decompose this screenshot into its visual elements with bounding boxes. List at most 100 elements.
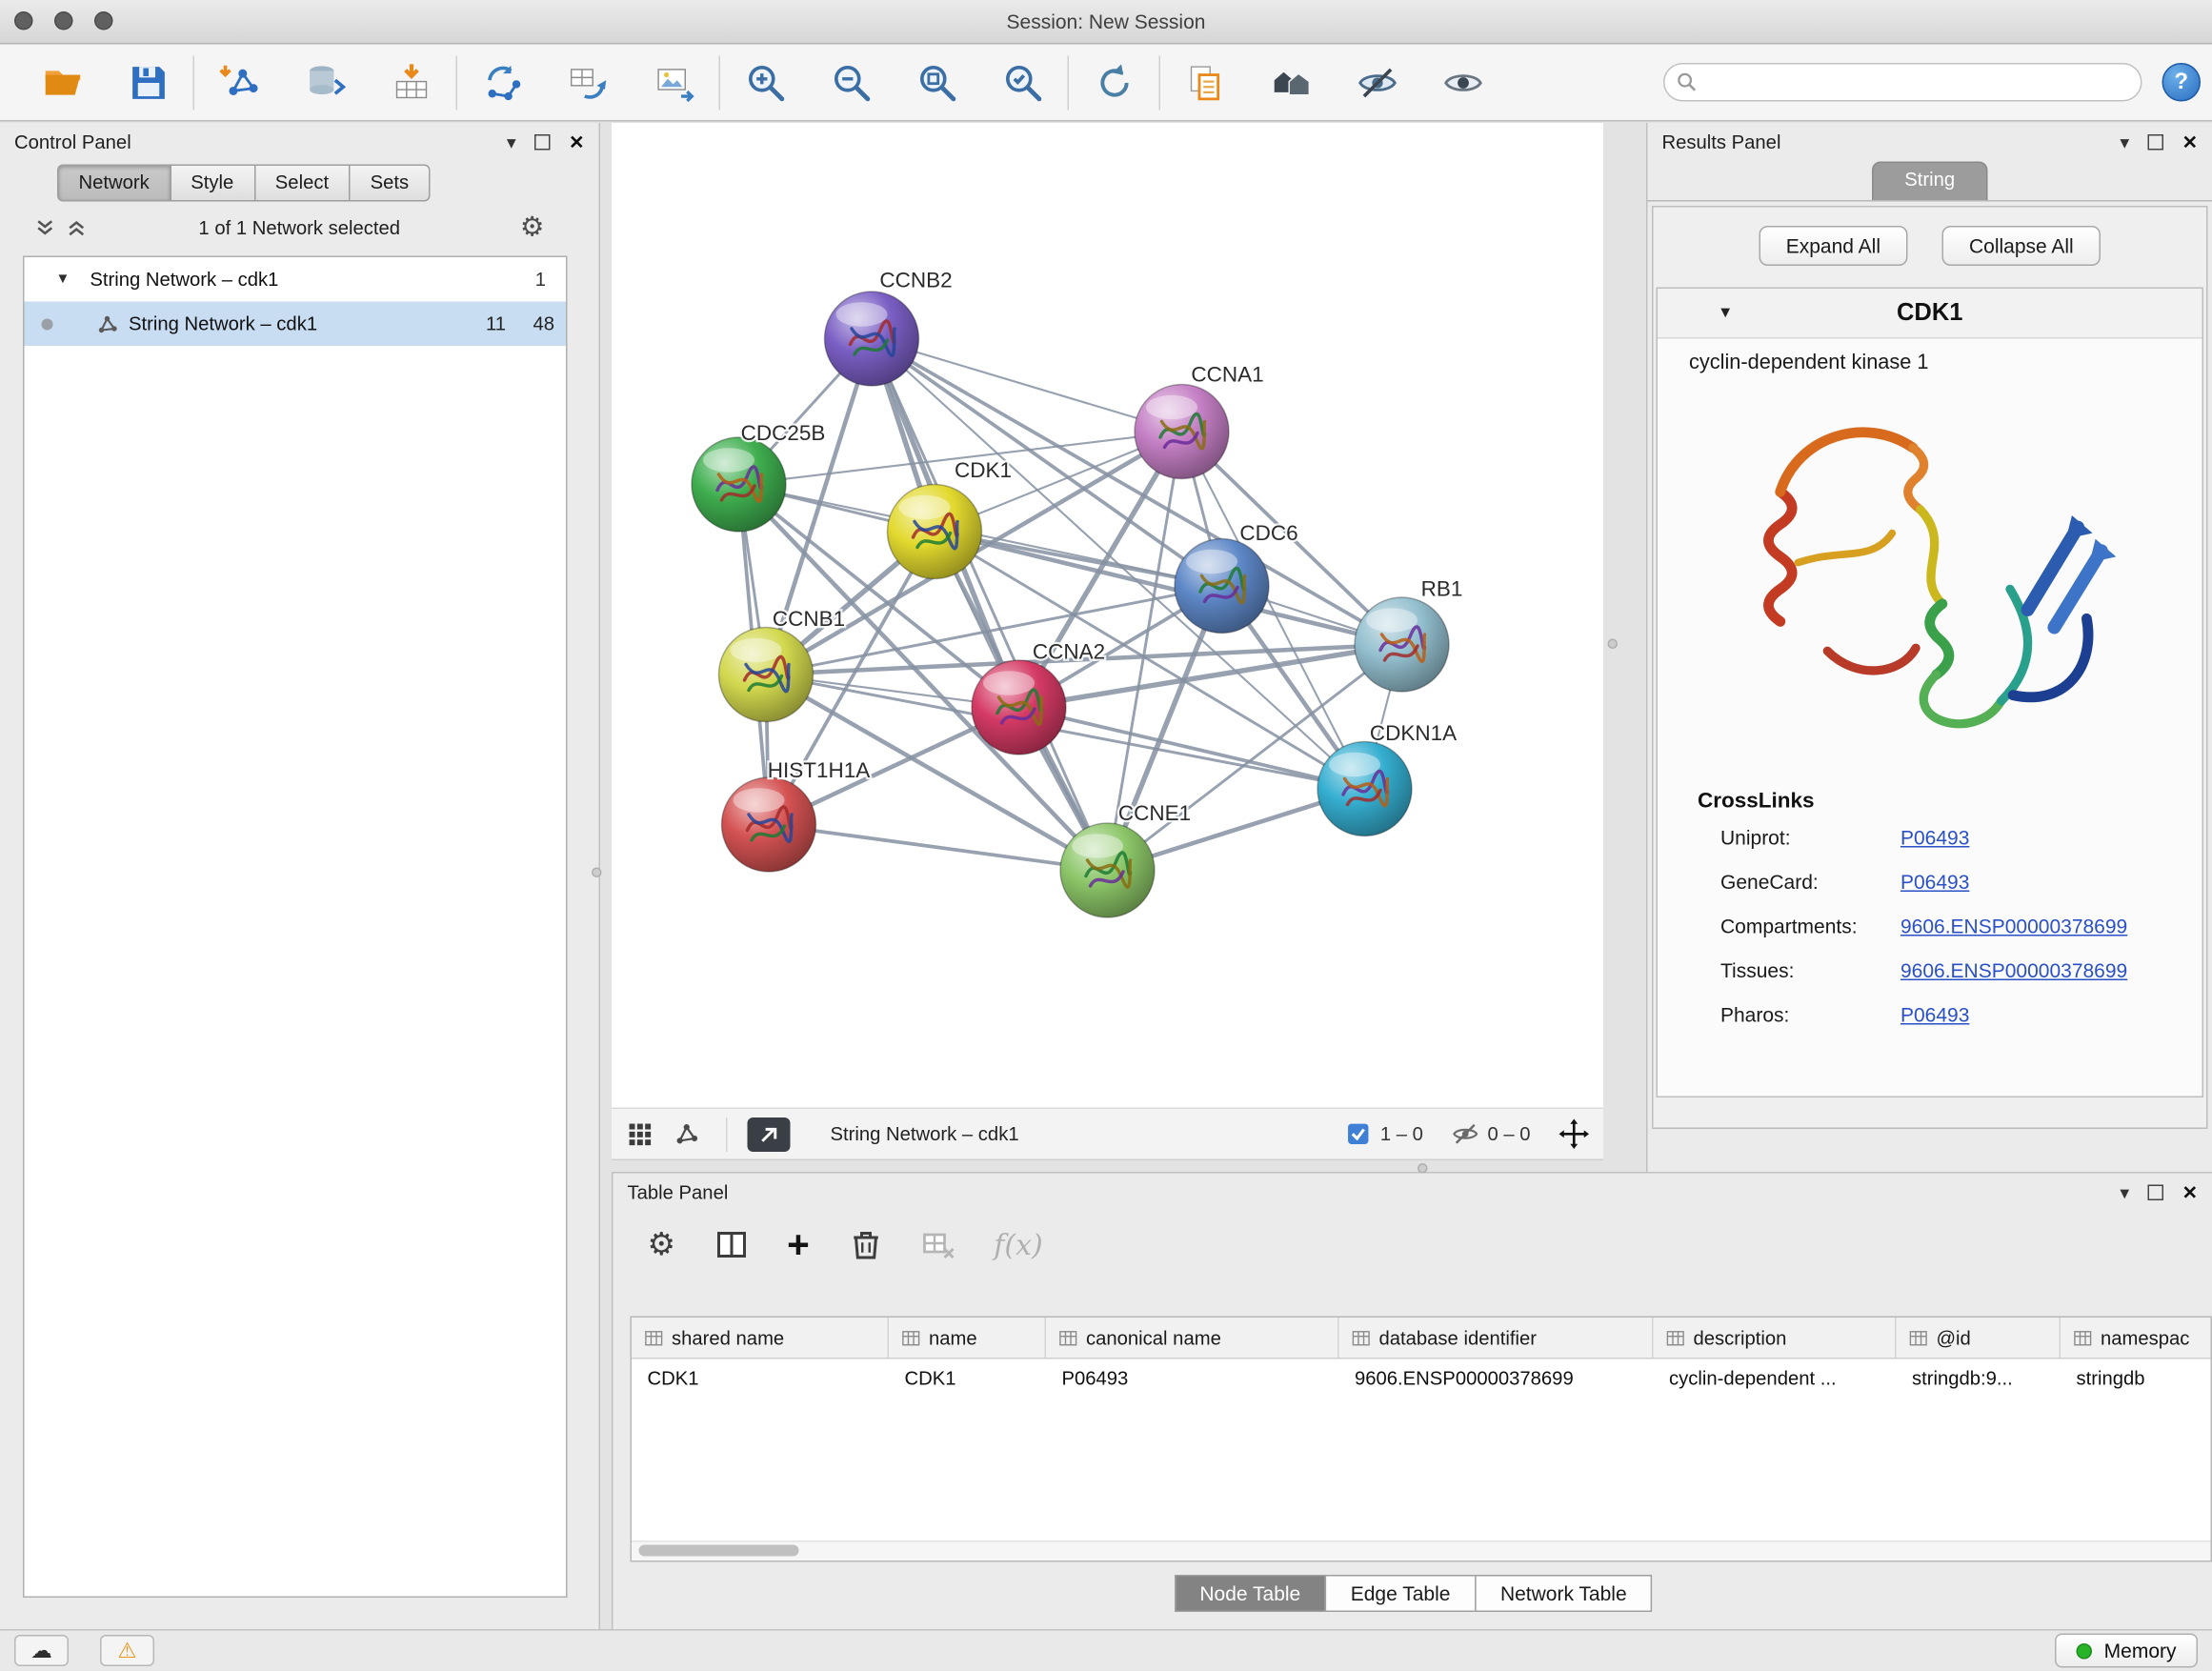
network-node-CCNE1[interactable] xyxy=(1060,823,1155,917)
network-node-HIST1H1A[interactable] xyxy=(722,777,816,872)
grid-view-button[interactable] xyxy=(626,1120,654,1148)
table-settings-button[interactable]: ⚙ xyxy=(648,1229,676,1260)
hide-details-button[interactable] xyxy=(1346,50,1408,113)
network-node-CCNB1[interactable] xyxy=(719,628,814,722)
import-network-database-button[interactable] xyxy=(294,50,356,113)
panel-menu-icon[interactable]: ▾ xyxy=(507,133,516,152)
network-canvas[interactable]: CCNB2CCNA1CDC25BCDK1CDC6RB1CCNB1CCNA2CDK… xyxy=(612,123,1603,1108)
network-view-toolbar: String Network – cdk1 1 – 0 0 – 0 xyxy=(612,1108,1603,1161)
collapse-all-button[interactable]: Collapse All xyxy=(1942,226,2101,266)
warnings-button[interactable]: ⚠ xyxy=(100,1635,154,1666)
home-button[interactable] xyxy=(1260,50,1322,113)
network-edge[interactable] xyxy=(872,339,1108,871)
expand-all-button[interactable]: Expand All xyxy=(1759,226,1907,266)
float-panel-icon[interactable] xyxy=(2148,1185,2164,1201)
network-node-CCNB2[interactable] xyxy=(825,292,919,386)
crosslink-value-link[interactable]: P06493 xyxy=(1900,826,1969,849)
network-row-selected[interactable]: String Network – cdk1 11 48 xyxy=(25,302,567,347)
show-columns-button[interactable] xyxy=(714,1228,749,1262)
float-panel-icon[interactable] xyxy=(534,134,551,151)
import-table-button[interactable] xyxy=(380,50,442,113)
memory-button[interactable]: Memory xyxy=(2056,1634,2198,1668)
open-session-button[interactable] xyxy=(31,50,93,113)
save-session-button[interactable] xyxy=(117,50,179,113)
crosslink-value-link[interactable]: P06493 xyxy=(1900,871,1969,894)
right-splitter-handle[interactable] xyxy=(1608,639,1619,650)
network-edge[interactable] xyxy=(872,339,1182,433)
network-node-CCNA1[interactable] xyxy=(1135,385,1229,479)
import-network-file-button[interactable] xyxy=(209,50,271,113)
network-node-CCNA2[interactable] xyxy=(972,660,1066,755)
column-header-description[interactable]: description xyxy=(1654,1318,1897,1358)
tab-edge-table[interactable]: Edge Table xyxy=(1325,1575,1477,1612)
network-node-CDK1[interactable] xyxy=(888,485,982,579)
column-header-canonical-name[interactable]: canonical name xyxy=(1046,1318,1339,1358)
refresh-icon xyxy=(1093,61,1136,104)
close-panel-icon[interactable]: ✕ xyxy=(2182,1183,2198,1202)
crosslink-value-link[interactable]: 9606.ENSP00000378699 xyxy=(1900,915,2127,937)
network-view-button[interactable] xyxy=(674,1120,701,1148)
copy-document-button[interactable] xyxy=(1175,50,1237,113)
crosslink-value-link[interactable]: 9606.ENSP00000378699 xyxy=(1900,959,2127,982)
panel-menu-icon[interactable]: ▾ xyxy=(2120,1183,2129,1202)
column-header--id[interactable]: @id xyxy=(1897,1318,2061,1358)
clone-network-button[interactable] xyxy=(557,50,619,113)
tab-style[interactable]: Style xyxy=(170,165,255,202)
panel-menu-icon[interactable]: ▾ xyxy=(2120,133,2129,152)
new-network-button[interactable] xyxy=(472,50,533,113)
column-header-database-identifier[interactable]: database identifier xyxy=(1339,1318,1654,1358)
network-node-RB1[interactable] xyxy=(1355,597,1449,692)
zoom-out-button[interactable] xyxy=(820,50,882,113)
protein-section-header[interactable]: ▼ CDK1 xyxy=(1658,289,2202,339)
add-column-button[interactable]: + xyxy=(787,1225,810,1264)
bottom-splitter-handle[interactable] xyxy=(1418,1163,1428,1174)
zoom-selected-button[interactable] xyxy=(992,50,1054,113)
collection-caret-icon[interactable]: ▼ xyxy=(56,272,70,288)
move-crosshair-icon[interactable] xyxy=(1559,1119,1590,1150)
tab-network[interactable]: Network xyxy=(57,165,171,202)
birdseye-view-button[interactable] xyxy=(748,1117,791,1151)
export-image-button[interactable] xyxy=(643,50,705,113)
toolbar-separator xyxy=(1068,55,1070,110)
network-graph[interactable]: CCNB2CCNA1CDC25BCDK1CDC6RB1CCNB1CCNA2CDK… xyxy=(612,123,1603,1105)
network-collection-row[interactable]: ▼ String Network – cdk1 1 xyxy=(25,257,567,302)
selected-checkbox-icon[interactable] xyxy=(1344,1120,1372,1148)
close-panel-icon[interactable]: ✕ xyxy=(569,133,584,152)
tab-node-table[interactable]: Node Table xyxy=(1174,1575,1326,1612)
tab-network-table[interactable]: Network Table xyxy=(1475,1575,1653,1612)
network-edge[interactable] xyxy=(1019,708,1365,790)
show-details-button[interactable] xyxy=(1432,50,1494,113)
column-header-namespac[interactable]: namespac xyxy=(2061,1318,2212,1358)
refresh-network-button[interactable] xyxy=(1083,50,1145,113)
fx-icon: f(x) xyxy=(994,1228,1042,1262)
delete-column-button[interactable] xyxy=(848,1228,882,1262)
scrollbar-thumb[interactable] xyxy=(639,1545,799,1557)
search-input[interactable] xyxy=(1698,70,2129,95)
function-builder-button-disabled[interactable]: f(x) xyxy=(994,1228,1042,1262)
network-options-gear-icon[interactable]: ⚙ xyxy=(512,212,553,243)
crosslink-value-link[interactable]: P06493 xyxy=(1900,1003,1969,1026)
column-header-shared-name[interactable]: shared name xyxy=(632,1318,889,1358)
section-caret-icon[interactable]: ▼ xyxy=(1718,305,1733,322)
network-node-CDC6[interactable] xyxy=(1175,539,1269,634)
left-splitter-handle[interactable] xyxy=(592,868,602,878)
zoom-in-button[interactable] xyxy=(734,50,796,113)
horizontal-scrollbar[interactable] xyxy=(632,1540,2211,1560)
tab-sets[interactable]: Sets xyxy=(349,165,431,202)
column-header-name[interactable]: name xyxy=(889,1318,1046,1358)
network-edge[interactable] xyxy=(769,825,1108,871)
close-panel-icon[interactable]: ✕ xyxy=(2182,133,2198,152)
delete-table-button-disabled[interactable] xyxy=(921,1228,955,1262)
float-panel-icon[interactable] xyxy=(2148,134,2164,151)
tab-string[interactable]: String xyxy=(1872,162,1988,201)
crosslink-label: GeneCard: xyxy=(1720,860,1900,905)
help-button[interactable]: ? xyxy=(2162,63,2202,102)
cloud-status-button[interactable]: ☁ xyxy=(14,1635,69,1666)
hidden-eye-slash-icon[interactable] xyxy=(1452,1120,1479,1148)
network-node-CDKN1A[interactable] xyxy=(1317,742,1412,836)
network-node-CDC25B[interactable] xyxy=(692,437,786,532)
zoom-fit-button[interactable] xyxy=(906,50,968,113)
tab-select[interactable]: Select xyxy=(253,165,350,202)
plus-icon: + xyxy=(787,1225,810,1264)
table-row[interactable]: CDK1CDK1P064939606.ENSP00000378699cyclin… xyxy=(632,1359,2211,1399)
